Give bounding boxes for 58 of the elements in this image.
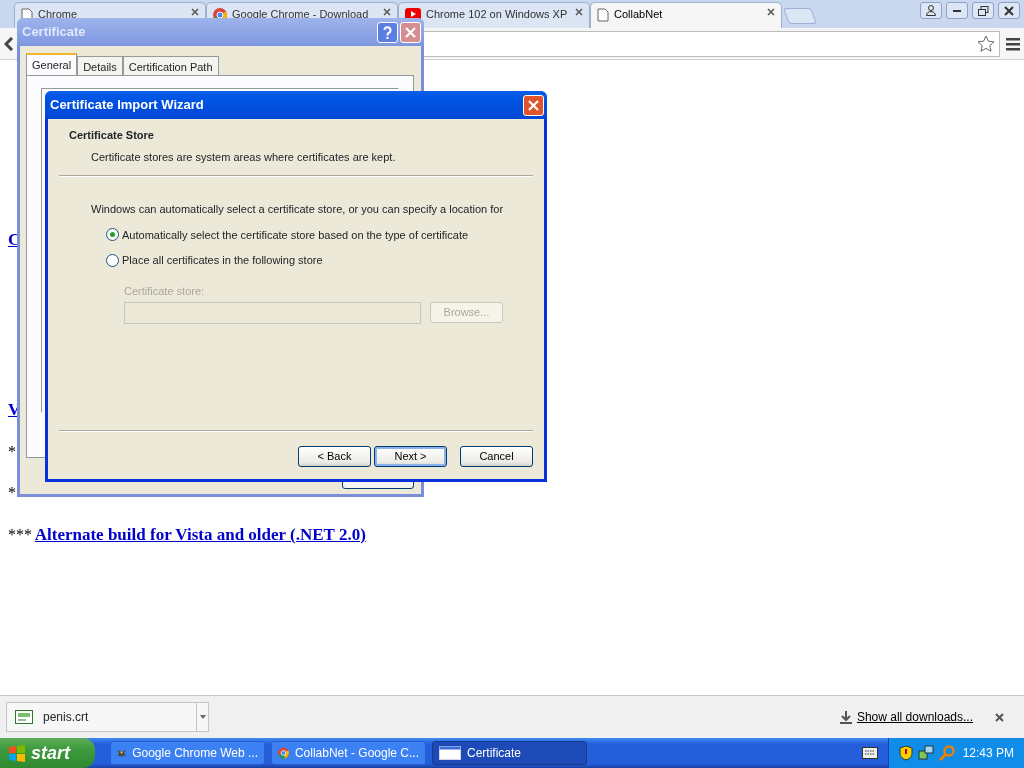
browser-tab[interactable]: CollabNet (590, 2, 782, 28)
close-button[interactable] (998, 2, 1020, 19)
dropdown-button[interactable] (196, 703, 208, 731)
close-icon (405, 26, 416, 38)
window-icon (439, 746, 461, 760)
back-icon[interactable] (4, 36, 14, 51)
restore-button[interactable] (972, 2, 994, 19)
page-text: * (8, 483, 16, 503)
restore-icon (977, 5, 989, 16)
menu-icon[interactable] (1006, 36, 1020, 51)
section-heading: Certificate Store (69, 128, 155, 143)
close-icon[interactable] (383, 8, 391, 16)
window-title: Certificate Import Wizard (50, 96, 205, 115)
tab[interactable]: Details (77, 56, 123, 75)
close-icon[interactable] (575, 8, 583, 16)
tab[interactable]: General (26, 53, 78, 75)
minimize-button[interactable] (946, 2, 968, 19)
radio-button[interactable] (106, 228, 119, 242)
description-text: Certificate stores are system areas where certificates are kept. (90, 149, 397, 165)
field-label: Certificate store: (124, 283, 206, 299)
dialog-button[interactable]: Cancel (460, 446, 533, 467)
page-text: *** (8, 525, 32, 545)
taskbar-button[interactable]: Certificate (432, 741, 587, 765)
shield-icon[interactable] (898, 745, 913, 761)
close-icon (528, 99, 539, 111)
tab[interactable]: Certification Path (122, 56, 219, 75)
star-icon[interactable] (977, 34, 995, 53)
question-icon (383, 25, 392, 39)
dialog-button[interactable]: < Back (298, 446, 371, 467)
profile-button[interactable] (920, 2, 942, 19)
certificate-icon (15, 710, 33, 724)
network-icon[interactable] (917, 745, 934, 761)
keyboard-icon[interactable] (861, 747, 878, 759)
dialog-button[interactable]: Next > (374, 446, 447, 467)
instruction-text: Windows can automatically select a certificate store, or you can specify a location for (91, 202, 505, 217)
close-icon[interactable] (767, 8, 775, 16)
radio-label[interactable]: Automatically select the certificate store based on the type of certificate (122, 226, 469, 243)
page-text: * (8, 442, 16, 462)
radio-button[interactable] (106, 253, 119, 267)
browser-tab[interactable]: Chrome 102 on Windows XP (398, 2, 590, 28)
help-button[interactable] (377, 21, 398, 43)
minimize-icon (953, 9, 961, 12)
clock: 12:43 PM (962, 745, 1014, 762)
taskbar-button[interactable]: CollabNet - Google C... (271, 741, 426, 765)
show-all-downloads-link[interactable]: Show all downloads... (856, 708, 973, 726)
close-icon (1004, 5, 1014, 16)
windows-logo-icon (8, 744, 26, 762)
caret-icon (199, 715, 206, 719)
download-icon (839, 710, 852, 724)
close-icon[interactable] (995, 712, 1004, 722)
start-button[interactable]: start (0, 738, 95, 768)
page-link[interactable]: Alternate build for Vista and older (.NET 2.0) (34, 525, 366, 545)
page-icon (597, 8, 609, 22)
person-icon (926, 5, 936, 16)
chrome-icon (278, 746, 289, 760)
close-icon[interactable] (191, 8, 199, 16)
radio-label[interactable]: Place all certificates in the following store (122, 252, 323, 269)
taskbar-button[interactable]: Google Chrome Web ... (110, 741, 265, 765)
